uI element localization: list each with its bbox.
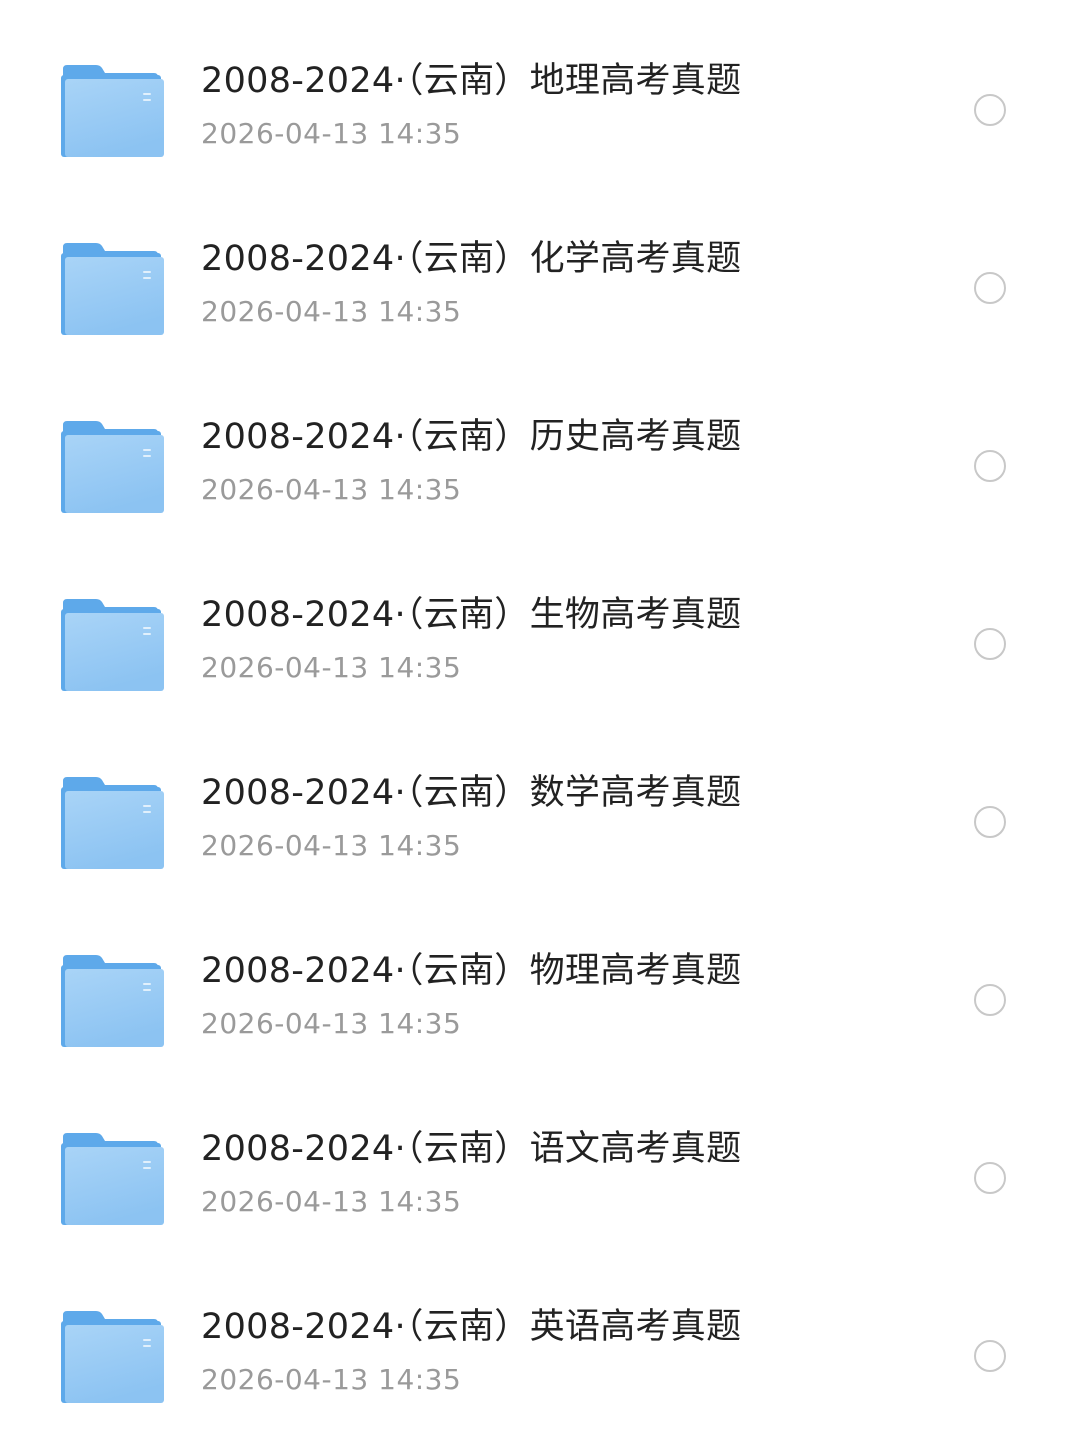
select-radio-button[interactable] bbox=[974, 1340, 1006, 1372]
file-list-item[interactable]: 2008-2024·（云南）生物高考真题 2026-04-13 14:35 bbox=[0, 555, 1080, 733]
folder-icon bbox=[60, 597, 164, 693]
folder-icon bbox=[60, 63, 164, 159]
folder-icon bbox=[60, 1131, 164, 1227]
file-list-item[interactable]: 2008-2024·（云南）物理高考真题 2026-04-13 14:35 bbox=[0, 911, 1080, 1089]
select-radio-button[interactable] bbox=[974, 628, 1006, 660]
folder-modified-date: 2026-04-13 14:35 bbox=[201, 1363, 462, 1396]
folder-name: 2008-2024·（云南）物理高考真题 bbox=[201, 951, 742, 991]
folder-modified-date: 2026-04-13 14:35 bbox=[201, 1185, 462, 1218]
folder-icon bbox=[60, 953, 164, 1049]
folder-icon bbox=[60, 775, 164, 871]
folder-modified-date: 2026-04-13 14:35 bbox=[201, 117, 462, 150]
select-radio-button[interactable] bbox=[974, 806, 1006, 838]
select-radio-button[interactable] bbox=[974, 450, 1006, 482]
folder-name: 2008-2024·（云南）语文高考真题 bbox=[201, 1129, 742, 1169]
file-list-item[interactable]: 2008-2024·（云南）数学高考真题 2026-04-13 14:35 bbox=[0, 733, 1080, 911]
folder-icon bbox=[60, 1309, 164, 1405]
select-radio-button[interactable] bbox=[974, 94, 1006, 126]
file-list-item[interactable]: 2008-2024·（云南）化学高考真题 2026-04-13 14:35 bbox=[0, 199, 1080, 377]
select-radio-button[interactable] bbox=[974, 1162, 1006, 1194]
file-list-item[interactable]: 2008-2024·（云南）地理高考真题 2026-04-13 14:35 bbox=[0, 21, 1080, 199]
file-list-item[interactable]: 2008-2024·（云南）语文高考真题 2026-04-13 14:35 bbox=[0, 1089, 1080, 1267]
folder-icon bbox=[60, 419, 164, 515]
select-radio-button[interactable] bbox=[974, 272, 1006, 304]
folder-name: 2008-2024·（云南）化学高考真题 bbox=[201, 239, 742, 279]
file-list-item[interactable]: 2008-2024·（云南）英语高考真题 2026-04-13 14:35 bbox=[0, 1267, 1080, 1445]
folder-name: 2008-2024·（云南）英语高考真题 bbox=[201, 1307, 742, 1347]
folder-name: 2008-2024·（云南）历史高考真题 bbox=[201, 417, 742, 457]
folder-modified-date: 2026-04-13 14:35 bbox=[201, 473, 462, 506]
folder-modified-date: 2026-04-13 14:35 bbox=[201, 1007, 462, 1040]
file-list: 2008-2024·（云南）地理高考真题 2026-04-13 14:35 20… bbox=[0, 21, 1080, 1445]
folder-modified-date: 2026-04-13 14:35 bbox=[201, 651, 462, 684]
folder-icon bbox=[60, 241, 164, 337]
folder-name: 2008-2024·（云南）生物高考真题 bbox=[201, 595, 742, 635]
folder-name: 2008-2024·（云南）地理高考真题 bbox=[201, 61, 742, 101]
folder-name: 2008-2024·（云南）数学高考真题 bbox=[201, 773, 742, 813]
file-list-item[interactable]: 2008-2024·（云南）历史高考真题 2026-04-13 14:35 bbox=[0, 377, 1080, 555]
folder-modified-date: 2026-04-13 14:35 bbox=[201, 295, 462, 328]
folder-modified-date: 2026-04-13 14:35 bbox=[201, 829, 462, 862]
select-radio-button[interactable] bbox=[974, 984, 1006, 1016]
